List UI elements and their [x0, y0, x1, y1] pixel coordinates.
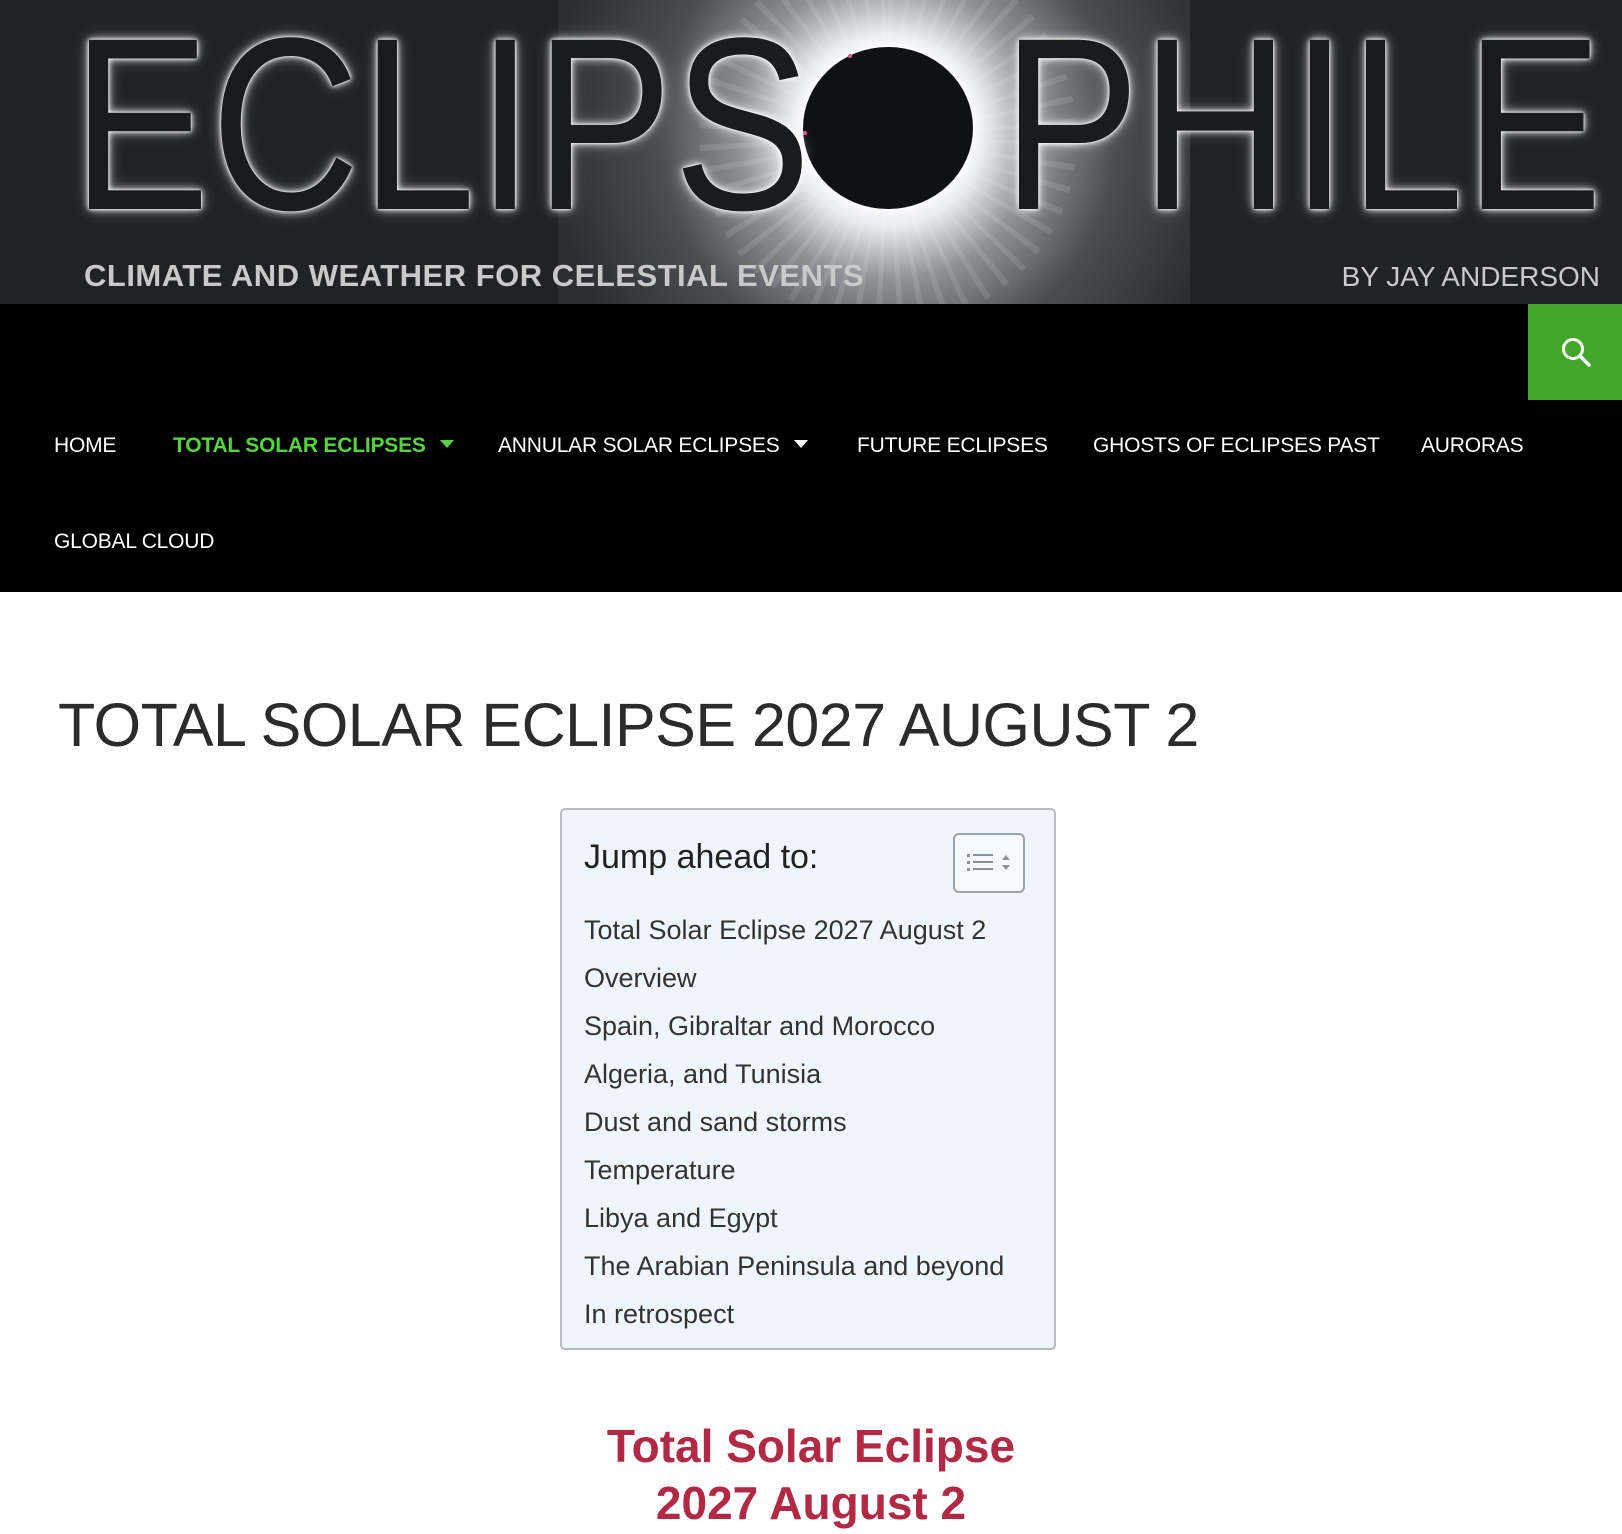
toc-link[interactable]: Dust and sand storms [584, 1098, 1004, 1146]
toc-link[interactable]: In retrospect [584, 1290, 1004, 1338]
nav-item-label: HOME [54, 434, 117, 457]
logo-text-right: PHILE [1002, 0, 1604, 262]
section-heading: Total Solar Eclipse 2027 August 2 [0, 1418, 1622, 1532]
nav-item-label: TOTAL SOLAR ECLIPSES [173, 434, 426, 457]
prominence [848, 54, 852, 58]
toc-toggle-button[interactable] [953, 833, 1025, 893]
toc-link[interactable]: Algeria, and Tunisia [584, 1050, 1004, 1098]
nav-item-home[interactable]: HOME [54, 434, 116, 458]
nav-item-label: GLOBAL CLOUD [54, 530, 215, 553]
site-tagline: CLIMATE AND WEATHER FOR CELESTIAL EVENTS [84, 258, 865, 293]
toc-link[interactable]: Total Solar Eclipse 2027 August 2 [584, 906, 1004, 954]
toc-link[interactable]: Overview [584, 954, 1004, 1002]
toc-link[interactable]: The Arabian Peninsula and beyond [584, 1242, 1004, 1290]
list-toggle-icon [967, 854, 1010, 871]
nav-item-annular-solar-eclipses[interactable]: ANNULAR SOLAR ECLIPSES [498, 434, 808, 458]
nav-item-label: ANNULAR SOLAR ECLIPSES [498, 434, 780, 457]
nav-item-label: FUTURE ECLIPSES [857, 434, 1048, 457]
nav-item-global-cloud[interactable]: GLOBAL CLOUD [54, 530, 214, 554]
toc-heading: Jump ahead to: [584, 838, 819, 876]
eclipse-moon-logo-mark [803, 47, 973, 209]
nav-item-future-eclipses[interactable]: FUTURE ECLIPSES [857, 434, 1048, 458]
section-heading-line-2: 2027 August 2 [655, 1477, 967, 1529]
toc-link[interactable]: Spain, Gibraltar and Morocco [584, 1002, 1004, 1050]
dropdown-caret-icon [793, 440, 808, 449]
dropdown-caret-icon [439, 440, 454, 449]
site-byline: BY JAY ANDERSON [1341, 261, 1600, 292]
search-toggle-button[interactable] [1528, 304, 1622, 400]
search-icon [1562, 338, 1591, 367]
nav-item-label: AURORAS [1421, 434, 1524, 457]
nav-item-ghosts-of-eclipses-past[interactable]: GHOSTS OF ECLIPSES PAST [1093, 434, 1380, 458]
logo-text-left: ECLIPS [72, 0, 813, 262]
nav-item-auroras[interactable]: AURORAS [1421, 434, 1524, 458]
table-of-contents: Jump ahead to: Total Solar Eclipse 2027 … [560, 808, 1056, 1350]
section-heading-line-1: Total Solar Eclipse [606, 1420, 1016, 1472]
toc-list: Total Solar Eclipse 2027 August 2 Overvi… [584, 906, 1004, 1338]
toc-link[interactable]: Temperature [584, 1146, 1004, 1194]
nav-item-total-solar-eclipses[interactable]: TOTAL SOLAR ECLIPSES [173, 434, 454, 458]
toc-link[interactable]: Libya and Egypt [584, 1194, 1004, 1242]
site-banner[interactable]: ECLIPS PHILE CLIMATE AND WEATHER FOR CEL… [0, 0, 1622, 304]
nav-item-label: GHOSTS OF ECLIPSES PAST [1093, 434, 1380, 457]
primary-navigation: HOME TOTAL SOLAR ECLIPSES ANNULAR SOLAR … [0, 304, 1622, 592]
page-title: TOTAL SOLAR ECLIPSE 2027 AUGUST 2 [58, 691, 1199, 759]
